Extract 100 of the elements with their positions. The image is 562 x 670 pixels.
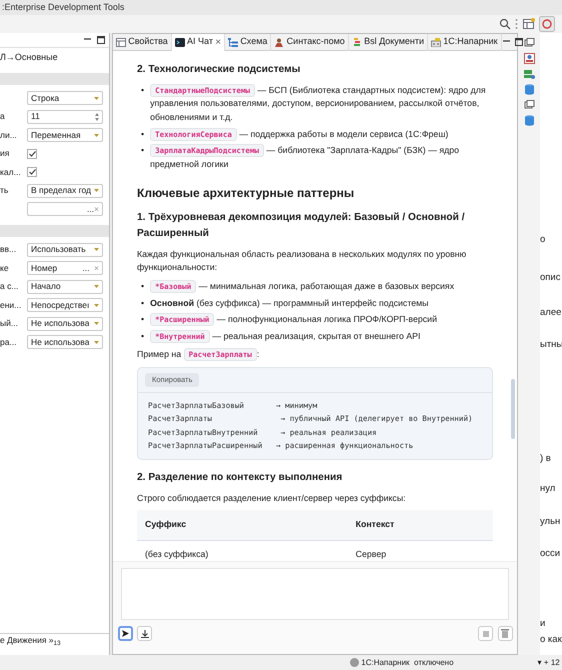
field-label: кал... (0, 166, 21, 177)
dropdown-field[interactable]: Непосредствеı (27, 298, 103, 312)
status-dot-icon (350, 658, 359, 667)
field-label: ра... (0, 336, 17, 347)
field-label: ый... (0, 318, 18, 328)
layout-icon[interactable] (522, 18, 535, 30)
status-text: отключено (414, 656, 454, 668)
paragraph: Каждая функциональная область реализована в нескольких модулях по уровню функциональности: (137, 248, 468, 274)
tree-icon (228, 38, 238, 46)
caret-icon (94, 134, 99, 137)
tab[interactable]: 1С:Напарник (428, 34, 502, 50)
window-icon[interactable] (524, 100, 534, 110)
bars-icon (352, 38, 362, 46)
text-fragment: алее (540, 306, 562, 318)
footer-control[interactable]: ▾ (538, 656, 542, 668)
heading: 2. Разделение по контексту выполнения (137, 470, 344, 485)
field-label: а с... (0, 281, 18, 292)
terminal-icon (174, 38, 185, 46)
download-button[interactable] (137, 626, 152, 641)
footer-control[interactable]: + (544, 656, 549, 668)
column-header: Контекст (348, 510, 493, 540)
field-label: ке (0, 262, 9, 273)
tab[interactable]: Bsl Документи (348, 34, 428, 50)
caret-icon (94, 322, 99, 326)
picker-field[interactable]: Номер ... × (27, 261, 103, 276)
bullet: • (141, 144, 144, 158)
text-fragment: ) в (540, 453, 551, 464)
list-item: Основной (без суффикса) — программный интерфейс подсистемы (150, 296, 429, 310)
footer-control[interactable]: 12 (550, 656, 560, 668)
paragraph: Строго соблюдается разделение клиент/сервер через суффиксы: (137, 492, 407, 505)
server-icon[interactable] (524, 68, 534, 80)
window-icon[interactable] (524, 38, 534, 48)
stop-icon (482, 630, 488, 636)
close-icon[interactable]: × (215, 34, 222, 50)
field-label: а (0, 111, 5, 122)
dropdown-field[interactable]: Строка (27, 91, 103, 106)
bullet: • (141, 296, 144, 310)
scrollbar-thumb[interactable] (511, 379, 515, 439)
text-fragment: опис (540, 272, 560, 284)
tab[interactable]: AI Чат × (172, 34, 226, 50)
perspective-icon[interactable] (539, 16, 556, 32)
checkbox[interactable] (27, 148, 37, 159)
figure-icon (274, 38, 284, 46)
window-title: :Enterprise Development Tools (0, 0, 562, 15)
breadcrumb: Л→Основные (0, 50, 58, 64)
tab[interactable]: Свойства (113, 34, 172, 50)
dropdown-field[interactable]: Не использова (27, 316, 103, 331)
database-icon[interactable] (524, 115, 534, 126)
text-fragment: нул (540, 483, 556, 494)
text-fragment: осси (540, 548, 560, 559)
ellipsis-text: ... (82, 262, 90, 274)
spinner-icon (95, 112, 99, 121)
dropdown-field[interactable]: В пределах год (27, 184, 103, 198)
caret-icon (94, 285, 99, 288)
heading: 1. Трёхуровневая декомпозиция модулей: Базовый / Основной / Расширенный (137, 211, 466, 241)
bottom-tab[interactable]: Движения (6, 634, 46, 647)
maximize-icon[interactable] (96, 36, 104, 44)
trash-icon (501, 629, 509, 638)
search-icon[interactable] (498, 18, 511, 30)
bullet: • (141, 84, 144, 97)
caret-icon (94, 248, 99, 252)
field-label: ени... (0, 300, 22, 310)
tab-overflow-button[interactable]: »$_{13}$ (48, 634, 61, 647)
dropdown-field[interactable]: Переменная (27, 128, 103, 142)
caret-icon (94, 304, 99, 307)
bullet: • (141, 330, 144, 343)
maximize-icon[interactable] (515, 38, 524, 46)
picture-icon[interactable] (524, 53, 534, 64)
text-fragment: ульн (540, 516, 560, 526)
robot-icon (431, 38, 442, 46)
delete-button[interactable] (498, 626, 512, 641)
dropdown-field[interactable]: Не использова (27, 335, 103, 350)
send-icon (122, 630, 128, 637)
send-button[interactable] (118, 626, 132, 641)
text-fragment: о как (540, 634, 562, 646)
checkbox[interactable] (27, 167, 37, 178)
dropdown-field[interactable]: Начало (27, 280, 103, 294)
bullet: • (141, 280, 144, 294)
tab[interactable]: Схема (225, 34, 272, 50)
tab[interactable]: Синтакс-помо (271, 34, 349, 50)
field-label: ть (0, 185, 8, 196)
picker-field[interactable]: ...× (27, 202, 103, 216)
field-label: вв... (0, 244, 16, 254)
caret-icon (94, 189, 99, 192)
message-input[interactable] (121, 568, 509, 620)
field-label: ия (0, 148, 10, 158)
spin-field[interactable]: 11 (27, 110, 103, 124)
caret-icon (94, 340, 99, 344)
heading: Ключевые архитектурные паттерны (137, 184, 356, 202)
heading: 2. Технологические подсистемы (137, 63, 302, 77)
bullet: • (141, 313, 144, 326)
caret-icon (94, 96, 99, 100)
column-header: Суффикс (137, 510, 348, 540)
dropdown-field[interactable]: Использовать (27, 242, 103, 257)
field-label: ли... (0, 130, 17, 140)
bottom-tab[interactable]: е (0, 634, 5, 647)
bullet: • (141, 128, 144, 141)
database-icon[interactable] (524, 84, 534, 95)
more-icon[interactable] (515, 18, 518, 30)
table-icon (116, 38, 126, 46)
